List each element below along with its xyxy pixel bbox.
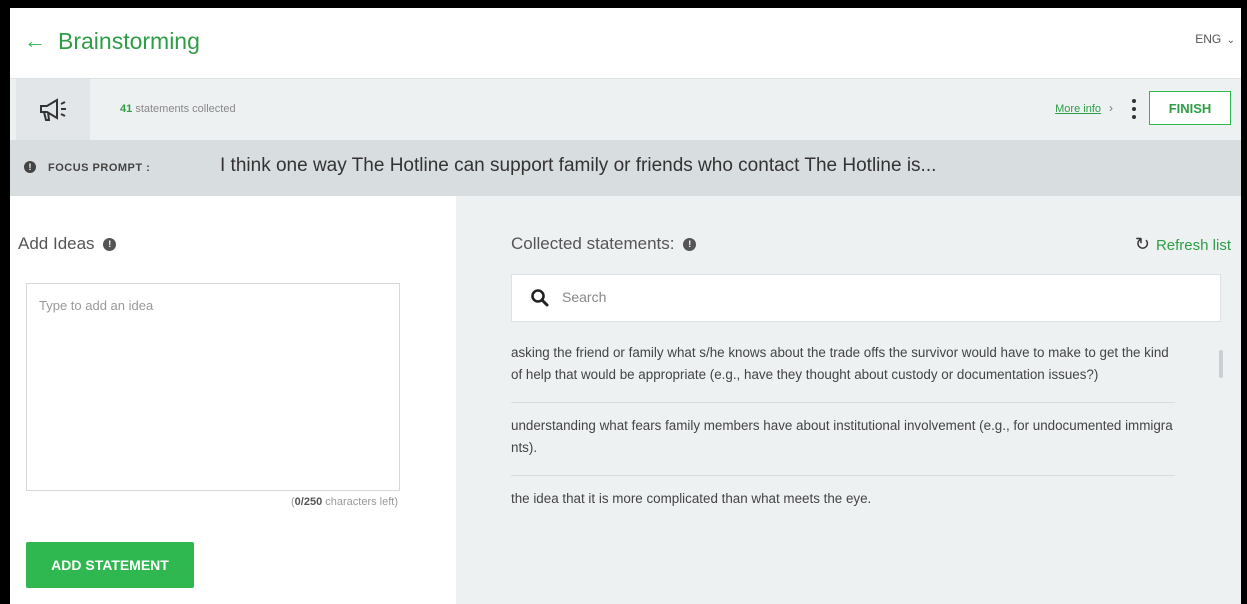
statement-list: asking the friend or family what s/he kn… — [511, 330, 1175, 526]
idea-textarea[interactable]: Type to add an idea — [26, 283, 400, 491]
add-ideas-heading: Add Ideas ! — [18, 234, 117, 254]
megaphone-icon — [40, 98, 66, 121]
arrow-left-icon[interactable]: ← — [24, 27, 46, 55]
statement-count: 41 statements collected — [120, 103, 236, 115]
more-info-link[interactable]: More info — [1055, 103, 1101, 115]
language-label: ENG — [1195, 32, 1222, 46]
chevron-right-icon: › — [1109, 101, 1113, 115]
refresh-label: Refresh list — [1155, 237, 1231, 254]
add-statement-button[interactable]: ADD STATEMENT — [26, 542, 194, 588]
search-input[interactable]: Search — [562, 289, 606, 305]
focus-prompt-text: I think one way The Hotline can support … — [220, 155, 937, 176]
refresh-icon: ↻ — [1134, 234, 1150, 254]
header: ← Brainstorming ENG ⌄ — [10, 8, 1241, 78]
char-count-suffix: characters left) — [325, 496, 398, 508]
scrollbar[interactable] — [1219, 350, 1223, 378]
search-box[interactable]: Search — [511, 274, 1221, 322]
app-window: ← Brainstorming ENG ⌄ 41 statements coll… — [10, 8, 1241, 604]
char-counter: (0/250 characters left) — [290, 496, 398, 508]
focus-prompt-label: FOCUS PROMPT : — [48, 162, 151, 174]
statement-count-label: statements collected — [135, 103, 236, 115]
list-item[interactable]: understanding what fears family members … — [511, 403, 1175, 476]
list-item[interactable]: the idea that it is more complicated tha… — [511, 476, 1175, 526]
chevron-down-icon: ⌄ — [1226, 35, 1235, 46]
char-count-value: 0/250 — [294, 496, 323, 508]
add-ideas-panel: Add Ideas ! Type to add an idea (0/250 c… — [10, 196, 456, 604]
kebab-menu-icon[interactable] — [1129, 97, 1139, 123]
focus-prompt-bar: ! FOCUS PROMPT : I think one way The Hot… — [10, 140, 1241, 196]
search-icon — [531, 289, 549, 307]
page-title: Brainstorming — [58, 28, 200, 54]
collected-title: Collected statements: — [511, 234, 675, 253]
collected-heading: Collected statements: ! — [511, 234, 697, 254]
info-icon[interactable]: ! — [683, 238, 697, 252]
megaphone-tab[interactable] — [16, 79, 90, 141]
toolbar: 41 statements collected More info › FINI… — [10, 78, 1241, 141]
language-selector[interactable]: ENG ⌄ — [1195, 32, 1235, 46]
info-icon[interactable]: ! — [103, 238, 117, 252]
statement-count-number: 41 — [120, 103, 133, 115]
info-icon[interactable]: ! — [24, 161, 36, 173]
list-item[interactable]: asking the friend or family what s/he kn… — [511, 330, 1175, 403]
add-ideas-title: Add Ideas — [18, 234, 95, 253]
finish-button[interactable]: FINISH — [1149, 91, 1231, 125]
refresh-list-button[interactable]: ↻ Refresh list — [1135, 234, 1231, 255]
collected-statements-panel: Collected statements: ! ↻ Refresh list Se… — [456, 196, 1241, 604]
